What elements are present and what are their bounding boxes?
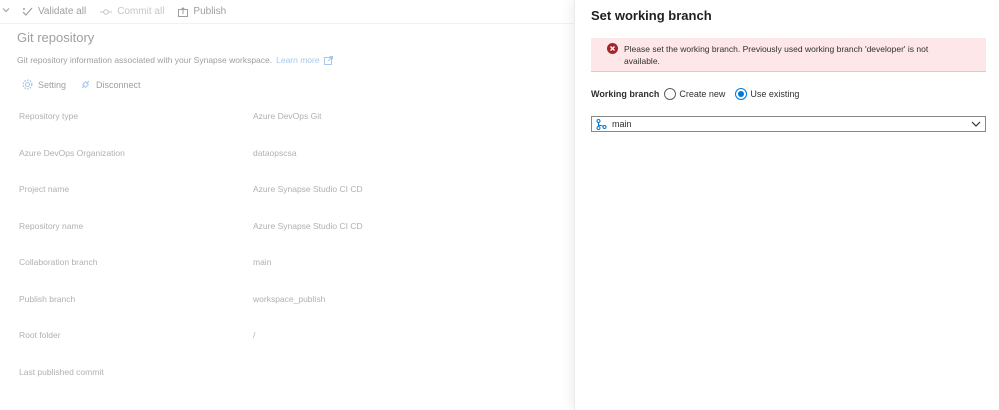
radio-create-new[interactable]: Create new — [664, 88, 725, 100]
branch-icon — [596, 118, 607, 130]
radio-use-existing[interactable]: Use existing — [735, 88, 799, 100]
set-working-branch-panel: Set working branch Please set the workin… — [574, 0, 999, 410]
toolbar: Validate all Commit all Publish — [0, 0, 574, 24]
radio-circle-selected[interactable] — [735, 88, 748, 100]
page-subtitle: Git repository information associated wi… — [17, 55, 333, 65]
property-label: Azure DevOps Organization — [19, 147, 125, 158]
property-value: main — [253, 257, 272, 267]
gear-icon — [22, 79, 33, 90]
branch-select-value: main — [612, 119, 632, 129]
validate-all-button[interactable]: Validate all — [22, 6, 86, 17]
learn-more-label: Learn more — [276, 55, 320, 65]
publish-button[interactable]: Publish — [178, 6, 226, 17]
property-label: Project name — [19, 184, 70, 194]
property-row: Publish branch workspace_publish — [19, 294, 559, 331]
branch-select[interactable]: main — [591, 116, 986, 132]
property-row: Azure DevOps Organization dataopscsa — [19, 148, 559, 185]
error-icon — [607, 43, 618, 54]
radio-use-existing-label: Use existing — [750, 89, 800, 99]
property-label: Repository type — [19, 111, 79, 121]
property-value: dataopscsa — [253, 147, 297, 158]
repo-actions: Setting Disconnect — [22, 79, 155, 90]
error-message-text: Please set the working branch. Previousl… — [624, 44, 929, 66]
property-label: Publish branch — [19, 293, 76, 304]
publish-label: Publish — [193, 6, 227, 17]
property-row: Repository type Azure DevOps Git — [19, 111, 559, 148]
commit-all-label: Commit all — [117, 6, 165, 17]
disconnect-icon — [81, 80, 90, 89]
chevron-down-icon[interactable] — [971, 120, 981, 128]
panel-title: Set working branch — [591, 8, 712, 23]
property-value: / — [253, 330, 256, 340]
subtitle-text: Git repository information associated wi… — [17, 55, 273, 65]
validate-icon — [22, 7, 33, 16]
property-row: Project name Azure Synapse Studio CI CD — [19, 184, 559, 221]
page-title: Git repository — [17, 30, 95, 45]
property-value: workspace_publish — [253, 293, 326, 304]
validate-all-label: Validate all — [38, 6, 87, 17]
property-row: Root folder / — [19, 330, 559, 367]
git-repository-page: Validate all Commit all Publish Git repo… — [0, 0, 574, 410]
disconnect-label: Disconnect — [96, 79, 141, 90]
property-value: Azure Synapse Studio CI CD — [253, 220, 363, 231]
property-value: Azure Synapse Studio CI CD — [253, 184, 363, 194]
publish-icon — [178, 6, 189, 17]
external-link-icon — [323, 55, 333, 65]
working-branch-options: Working branch Create new Use existing — [591, 88, 809, 100]
radio-circle[interactable] — [664, 88, 677, 100]
working-branch-label: Working branch — [591, 89, 660, 99]
error-message-bar: Please set the working branch. Previousl… — [591, 38, 986, 72]
property-value: Azure DevOps Git — [253, 111, 322, 121]
learn-more-link[interactable]: Learn more — [276, 55, 333, 65]
property-label: Collaboration branch — [19, 257, 98, 267]
property-row: Repository name Azure Synapse Studio CI … — [19, 221, 559, 258]
commit-all-button[interactable]: Commit all — [100, 6, 164, 17]
setting-label: Setting — [38, 79, 67, 90]
property-label: Repository name — [19, 220, 84, 231]
property-row: Last published commit — [19, 367, 559, 404]
property-label: Last published commit — [19, 366, 104, 377]
disconnect-button[interactable]: Disconnect — [80, 79, 141, 90]
radio-create-new-label: Create new — [679, 89, 726, 99]
commit-icon — [100, 8, 113, 15]
property-label: Root folder — [19, 330, 61, 340]
repository-properties: Repository type Azure DevOps Git Azure D… — [19, 111, 559, 403]
setting-button[interactable]: Setting — [22, 79, 66, 90]
property-row: Collaboration branch main — [19, 257, 559, 294]
chevron-down-icon[interactable] — [2, 6, 10, 17]
